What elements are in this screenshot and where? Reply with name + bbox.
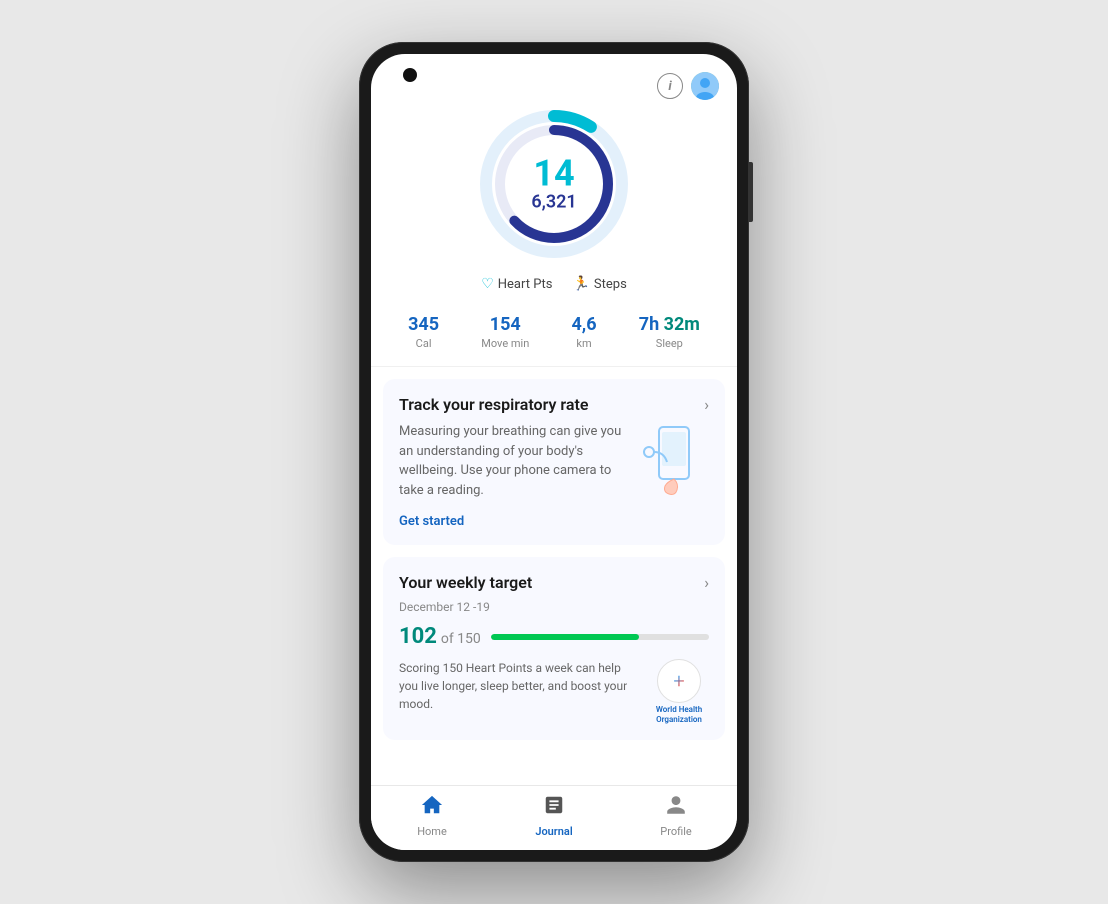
target-progress-row: 102 of 150: [399, 624, 709, 649]
journal-icon: [543, 794, 565, 822]
respiratory-title: Track your respiratory rate: [399, 395, 709, 414]
target-description: Scoring 150 Heart Points a week can help…: [399, 659, 639, 713]
phone-illustration: [639, 422, 709, 502]
top-icons: i: [657, 72, 719, 100]
cal-label: Cal: [408, 337, 439, 350]
respiratory-body: Measuring your breathing can give you an…: [399, 422, 709, 529]
heart-pts-value: 14: [531, 156, 576, 192]
steps-value: 6,321: [531, 192, 576, 213]
stat-cal: 345 Cal: [408, 314, 439, 350]
target-total: 150: [457, 631, 481, 647]
profile-icon: [665, 794, 687, 822]
target-body: Scoring 150 Heart Points a week can help…: [399, 659, 709, 724]
nav-profile[interactable]: Profile: [615, 794, 737, 838]
km-label: km: [571, 337, 596, 350]
steps-icon: 🏃: [572, 276, 589, 292]
sleep-value: 7h 32m: [639, 314, 700, 335]
cal-value: 345: [408, 314, 439, 335]
target-current: 102: [399, 624, 437, 649]
respiratory-text: Measuring your breathing can give you an…: [399, 422, 629, 529]
steps-label: Steps: [594, 277, 627, 292]
heart-pts-legend: ♡ Heart Pts: [481, 276, 552, 292]
stat-sleep: 7h 32m Sleep: [639, 314, 700, 350]
journal-label: Journal: [535, 825, 572, 838]
respiratory-card[interactable]: Track your respiratory rate › Measuring …: [383, 379, 725, 545]
weekly-target-card[interactable]: Your weekly target › December 12 -19 102…: [383, 557, 725, 740]
stats-bar: 345 Cal 154 Move min 4,6 km 7h 32m Sleep: [371, 302, 737, 367]
sleep-label: Sleep: [639, 337, 700, 350]
who-circle: +: [657, 659, 701, 703]
info-icon[interactable]: i: [657, 73, 683, 99]
stat-move: 154 Move min: [481, 314, 529, 350]
bottom-spacer: [371, 740, 737, 752]
home-icon: [421, 794, 443, 822]
progress-bar-fill: [491, 634, 639, 640]
profile-label: Profile: [660, 825, 691, 838]
km-value: 4,6: [571, 314, 596, 335]
scroll-content: 14 6,321 ♡ Heart Pts 🏃 Steps: [371, 54, 737, 785]
target-of: of: [441, 631, 457, 647]
move-label: Move min: [481, 337, 529, 350]
stat-km: 4,6 km: [571, 314, 596, 350]
nav-journal[interactable]: Journal: [493, 794, 615, 838]
target-progress-text: 102 of 150: [399, 624, 481, 649]
weekly-target-title: Your weekly target: [399, 573, 709, 592]
ring-legend: ♡ Heart Pts 🏃 Steps: [481, 276, 627, 292]
phone-frame: i: [359, 42, 749, 862]
respiratory-arrow: ›: [704, 395, 709, 414]
avatar[interactable]: [691, 72, 719, 100]
heart-pts-label: Heart Pts: [498, 277, 553, 292]
get-started-link[interactable]: Get started: [399, 514, 464, 529]
phone-screen: i: [371, 54, 737, 850]
home-label: Home: [417, 825, 447, 838]
progress-bar-container: [491, 634, 709, 640]
ring-center-text: 14 6,321: [531, 156, 576, 213]
move-value: 154: [481, 314, 529, 335]
heart-icon: ♡: [481, 276, 494, 292]
steps-legend: 🏃 Steps: [572, 276, 626, 292]
ring-container: 14 6,321: [474, 104, 634, 264]
who-label: World HealthOrganization: [656, 705, 702, 724]
target-date: December 12 -19: [399, 600, 709, 614]
respiratory-description: Measuring your breathing can give you an…: [399, 422, 629, 500]
who-badge: + World HealthOrganization: [649, 659, 709, 724]
who-plus-icon: +: [673, 669, 684, 693]
bottom-nav: Home Journal Profile: [371, 785, 737, 850]
weekly-target-arrow: ›: [704, 573, 709, 592]
camera-cutout: [403, 68, 417, 82]
nav-home[interactable]: Home: [371, 794, 493, 838]
